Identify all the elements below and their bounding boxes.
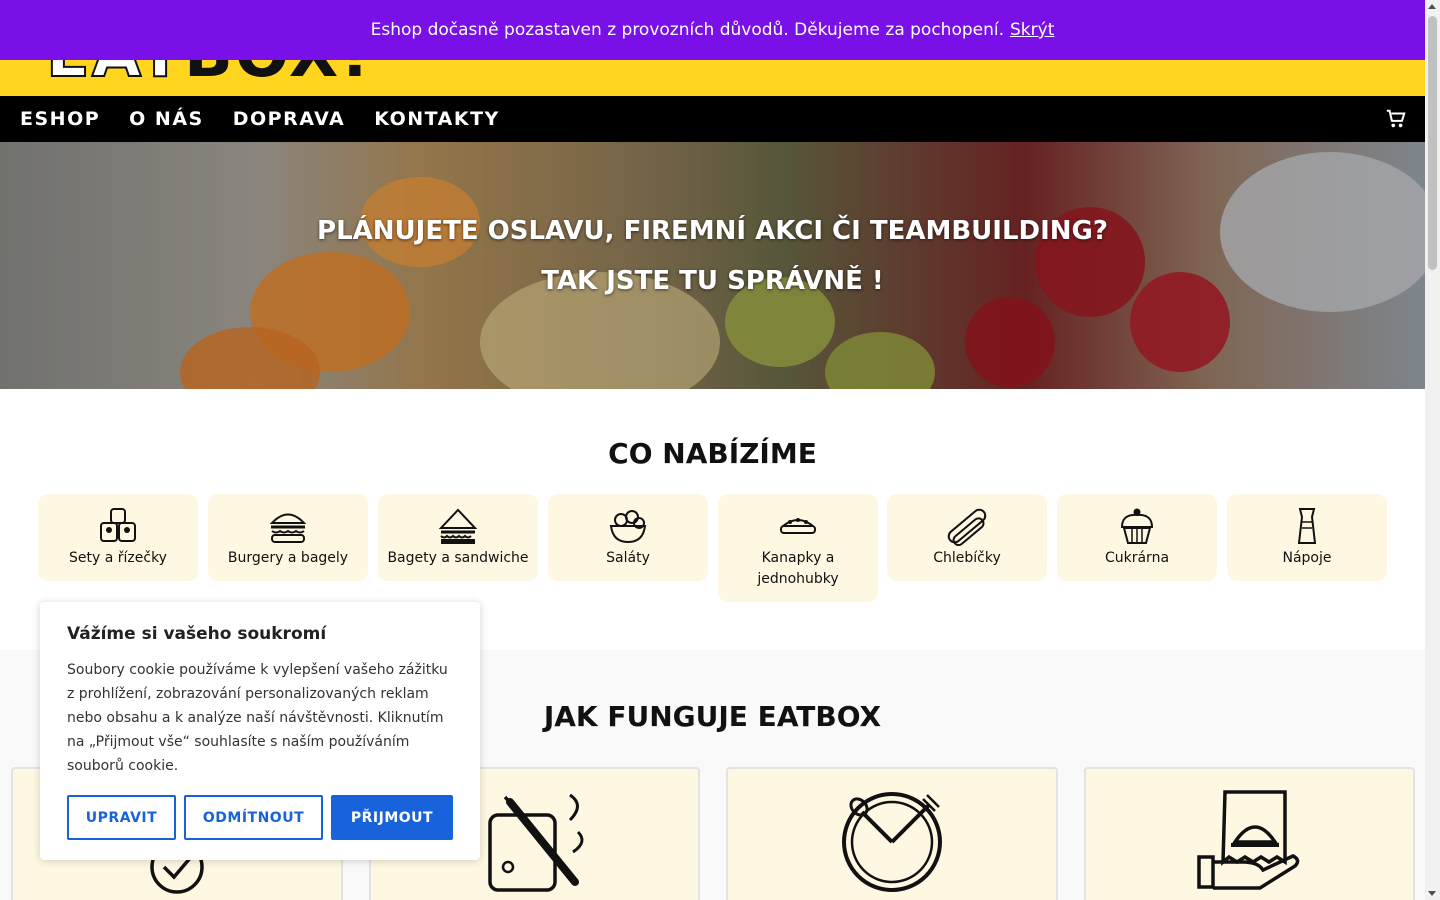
- canape-icon: [780, 518, 816, 534]
- nav-item-o-nas[interactable]: O NÁS: [129, 108, 204, 130]
- category-card-bakery[interactable]: Cukrárna: [1057, 494, 1217, 581]
- cookie-accept-button[interactable]: PŘIJMOUT: [331, 795, 453, 840]
- cookie-text: Soubory cookie používáme k vylepšení vaš…: [67, 662, 448, 774]
- offer-title: CO NABÍZÍME: [608, 437, 817, 470]
- nav-item-kontakty[interactable]: KONTAKTY: [374, 108, 500, 130]
- step-card-4: [1084, 767, 1415, 900]
- bread-icon: [947, 508, 987, 546]
- salad-bowl-icon: [609, 510, 647, 544]
- hide-notice-link[interactable]: Skrýt: [1010, 20, 1054, 40]
- category-card-chlebicky[interactable]: Chlebíčky: [887, 494, 1047, 581]
- cupcake-icon: [1120, 508, 1154, 544]
- nav-item-doprava[interactable]: DOPRAVA: [233, 108, 346, 130]
- hero-banner: PLÁNUJETE OSLAVU, FIREMNÍ AKCI ČI TEAMBU…: [0, 142, 1425, 389]
- cookie-title: Vážíme si vašeho soukromí: [67, 624, 327, 644]
- scrollbar-thumb[interactable]: [1428, 16, 1437, 270]
- burger-icon: [269, 513, 307, 543]
- scroll-up-arrow-icon[interactable]: [1428, 4, 1436, 9]
- category-label: Saláty: [606, 550, 650, 566]
- page-scrollbar[interactable]: [1425, 0, 1440, 900]
- cookie-reject-button[interactable]: ODMÍTNOUT: [184, 795, 323, 840]
- category-label: Sety a řízečky: [69, 550, 167, 566]
- nav-item-eshop[interactable]: ESHOP: [20, 108, 100, 130]
- notice-bar: Eshop dočasně pozastaven z provozních dů…: [0, 0, 1425, 60]
- cookie-customize-button[interactable]: UPRAVIT: [67, 795, 176, 840]
- hero-heading-line2: TAK JSTE TU SPRÁVNĚ !: [541, 266, 884, 296]
- cookie-consent-dialog: Vážíme si vašeho soukromí Soubory cookie…: [40, 602, 480, 860]
- category-card-sets[interactable]: Sety a řízečky: [38, 494, 198, 581]
- category-label: Chlebíčky: [933, 550, 1001, 566]
- cart-icon[interactable]: [1385, 108, 1407, 130]
- sushi-rolls-icon: [100, 508, 136, 542]
- category-card-canapes[interactable]: Kanapky a jednohubky: [718, 494, 878, 602]
- category-label: Kanapky a jednohubky: [757, 550, 839, 587]
- cutting-board-icon: [487, 793, 583, 892]
- category-card-salads[interactable]: Saláty: [548, 494, 708, 581]
- scroll-down-arrow-icon[interactable]: [1428, 891, 1436, 896]
- category-card-baguettes[interactable]: Bagety a sandwiche: [378, 494, 538, 581]
- notice-text: Eshop dočasně pozastaven z provozních dů…: [370, 20, 1005, 40]
- main-nav: ESHOP O NÁS DOPRAVA KONTAKTY: [0, 96, 1425, 142]
- category-card-drinks[interactable]: Nápoje: [1227, 494, 1387, 581]
- sandwich-icon: [438, 508, 478, 544]
- category-label: Nápoje: [1282, 550, 1332, 566]
- category-card-burgers[interactable]: Burgery a bagely: [208, 494, 368, 581]
- clock-fork-icon: [842, 792, 942, 892]
- hero-heading-line1: PLÁNUJETE OSLAVU, FIREMNÍ AKCI ČI TEAMBU…: [317, 216, 1108, 246]
- category-label: Bagety a sandwiche: [387, 550, 529, 566]
- drink-icon: [1297, 508, 1317, 544]
- step-card-3: [726, 767, 1058, 900]
- category-label: Cukrárna: [1104, 550, 1170, 566]
- delivery-dish-icon: [1196, 790, 1299, 890]
- category-label: Burgery a bagely: [227, 550, 349, 566]
